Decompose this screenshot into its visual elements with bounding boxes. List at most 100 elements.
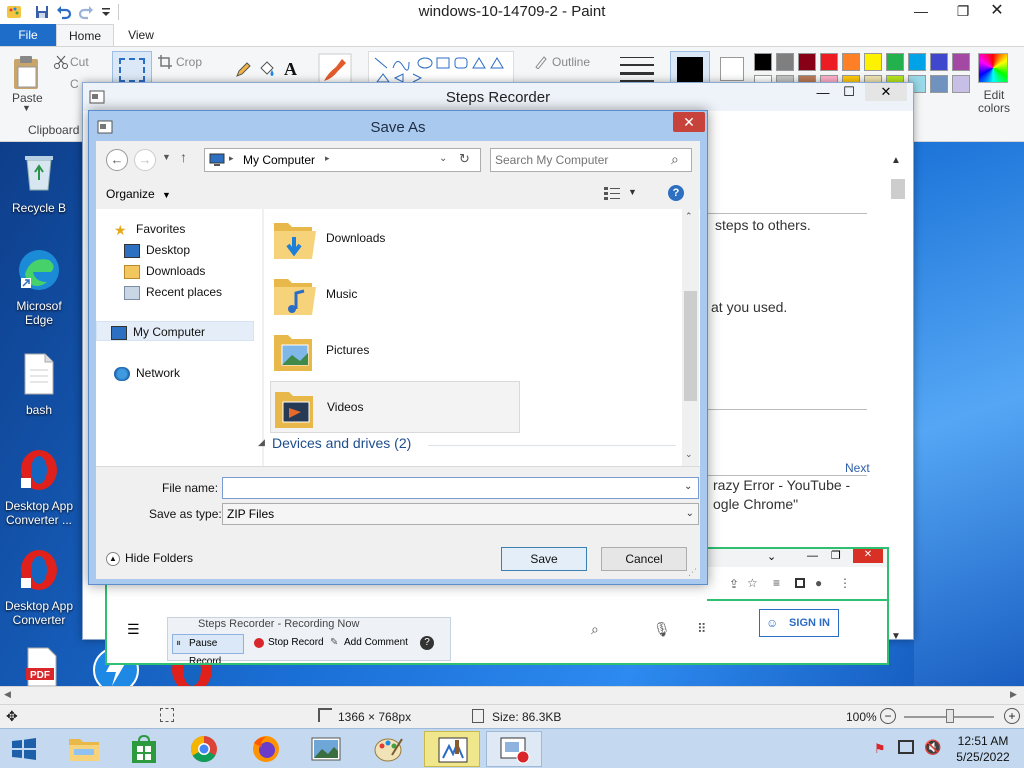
- organize-button[interactable]: Organize ▼: [106, 187, 171, 201]
- help-icon[interactable]: ?: [668, 185, 684, 201]
- save-button[interactable]: Save: [501, 547, 587, 571]
- nav-desktop[interactable]: Desktop: [124, 240, 190, 260]
- hide-folders-button[interactable]: ▲ Hide Folders: [106, 551, 193, 566]
- folder-pictures[interactable]: Pictures: [270, 325, 520, 377]
- steps-minimize-button[interactable]: —: [811, 85, 835, 105]
- address-dropdown-icon[interactable]: ⌄: [439, 153, 447, 164]
- scroll-thumb[interactable]: [684, 291, 697, 401]
- taskbar-file-explorer[interactable]: [56, 731, 112, 767]
- color2-button[interactable]: [720, 57, 744, 81]
- palette-swatch[interactable]: [776, 53, 794, 71]
- cut-button[interactable]: Cut: [70, 55, 89, 69]
- steps-close-button[interactable]: ✕: [865, 83, 907, 101]
- network-tray-icon[interactable]: [898, 740, 914, 754]
- scroll-up-icon[interactable]: ⌃: [685, 211, 693, 222]
- forward-button[interactable]: →: [134, 149, 156, 171]
- palette-swatch[interactable]: [908, 53, 926, 71]
- text-tool-icon[interactable]: A: [284, 59, 297, 80]
- save-as-close-button[interactable]: ✕: [673, 112, 705, 132]
- edit-colors-icon[interactable]: [978, 53, 1008, 83]
- palette-swatch[interactable]: [798, 53, 816, 71]
- cancel-button[interactable]: Cancel: [601, 547, 687, 571]
- taskbar-photos[interactable]: [298, 731, 354, 767]
- desktop-icon-edge[interactable]: Microsof Edge: [2, 248, 76, 327]
- paint-minimize-button[interactable]: —: [904, 0, 938, 22]
- taskbar-steps-recorder[interactable]: [486, 731, 542, 767]
- palette-swatch[interactable]: [820, 53, 838, 71]
- tab-file[interactable]: File: [0, 24, 56, 46]
- devices-and-drives-group[interactable]: ◢ Devices and drives (2): [258, 435, 684, 455]
- fill-bucket-icon[interactable]: [258, 59, 276, 79]
- crop-button[interactable]: Crop: [176, 55, 202, 69]
- file-list-scrollbar[interactable]: ⌃ ⌄: [682, 209, 699, 466]
- tab-view[interactable]: View: [118, 24, 164, 46]
- paste-icon[interactable]: [10, 55, 42, 91]
- outline-button[interactable]: Outline: [552, 55, 590, 69]
- crop-icon[interactable]: [158, 55, 172, 69]
- copy-button[interactable]: C: [70, 77, 79, 91]
- steps-vertical-scrollbar[interactable]: ▲ ▼: [889, 155, 907, 645]
- breadcrumb-chevron-icon[interactable]: ▸: [229, 153, 234, 164]
- outline-icon[interactable]: [534, 55, 548, 69]
- view-options-dropdown-icon[interactable]: ▼: [628, 187, 637, 197]
- nav-network[interactable]: Network: [114, 363, 180, 383]
- taskbar-paint[interactable]: [424, 731, 480, 767]
- palette-swatch[interactable]: [864, 53, 882, 71]
- paint-horizontal-scrollbar[interactable]: ◀ ▶: [0, 686, 1024, 704]
- search-input[interactable]: [495, 151, 665, 169]
- up-level-icon[interactable]: ↑: [180, 149, 187, 165]
- paste-dropdown-icon[interactable]: ▼: [22, 103, 31, 113]
- tray-clock[interactable]: 12:51 AM 5/25/2022: [948, 733, 1018, 765]
- next-link[interactable]: Next: [845, 461, 870, 475]
- scroll-left-icon[interactable]: ◀: [4, 689, 11, 700]
- nav-downloads[interactable]: Downloads: [124, 261, 205, 281]
- desktop-icon-desktop-app-converter-1[interactable]: Desktop App Converter ...: [2, 448, 76, 527]
- breadcrumb-chevron-icon[interactable]: ▸: [325, 153, 330, 164]
- scroll-down-icon[interactable]: ⌄: [685, 449, 693, 460]
- desktop-icon-desktop-app-converter-2[interactable]: Desktop App Converter: [2, 548, 76, 627]
- paint-close-button[interactable]: ✕: [980, 0, 1014, 22]
- nav-recent-places[interactable]: Recent places: [124, 282, 222, 302]
- steps-maximize-button[interactable]: ☐: [837, 84, 861, 104]
- file-name-dropdown-icon[interactable]: ⌄: [684, 481, 692, 492]
- zoom-in-button[interactable]: +: [1004, 708, 1020, 724]
- action-center-flag-icon[interactable]: ⚑: [874, 741, 886, 757]
- nav-favorites[interactable]: ★ Favorites: [114, 219, 185, 239]
- palette-swatch[interactable]: [842, 53, 860, 71]
- cut-icon[interactable]: [54, 55, 68, 69]
- scroll-down-icon[interactable]: ▼: [891, 631, 901, 642]
- folder-videos[interactable]: Videos: [270, 381, 520, 433]
- taskbar-store[interactable]: [116, 731, 172, 767]
- volume-muted-icon[interactable]: 🔇: [924, 739, 941, 756]
- paint-restore-button[interactable]: ❐: [946, 0, 980, 22]
- file-name-input[interactable]: [222, 477, 699, 499]
- pencil-icon[interactable]: [234, 61, 252, 79]
- palette-swatch[interactable]: [754, 53, 772, 71]
- palette-swatch[interactable]: [930, 53, 948, 71]
- desktop-icon-recycle-bin[interactable]: Recycle B: [2, 150, 76, 215]
- address-bar[interactable]: ▸ My Computer ▸ ⌄ ↻: [204, 148, 481, 172]
- collapse-group-icon[interactable]: ◢: [258, 437, 265, 448]
- address-location[interactable]: My Computer: [243, 153, 315, 167]
- folder-music[interactable]: Music: [270, 269, 520, 321]
- desktop-icon-bash[interactable]: bash: [2, 352, 76, 417]
- tab-home[interactable]: Home: [56, 24, 114, 46]
- palette-swatch[interactable]: [952, 53, 970, 71]
- edit-colors-button[interactable]: Edit colors: [976, 89, 1012, 115]
- taskbar-firefox[interactable]: [238, 731, 294, 767]
- zoom-out-button[interactable]: −: [880, 708, 896, 724]
- palette-swatch[interactable]: [952, 75, 970, 93]
- search-icon[interactable]: ⌕: [671, 151, 679, 168]
- recent-locations-icon[interactable]: ▼: [162, 152, 171, 162]
- view-options-icon[interactable]: [604, 187, 620, 201]
- taskbar-paint-palette[interactable]: [360, 731, 416, 767]
- back-button[interactable]: ←: [106, 149, 128, 171]
- scroll-thumb[interactable]: [891, 179, 905, 199]
- pdf-icon[interactable]: PDF: [22, 646, 62, 686]
- size-icon[interactable]: [620, 55, 654, 85]
- folder-downloads[interactable]: Downloads: [270, 213, 520, 265]
- nav-my-computer[interactable]: My Computer: [96, 321, 254, 341]
- start-button[interactable]: [12, 738, 36, 760]
- scroll-right-icon[interactable]: ▶: [1010, 689, 1017, 700]
- taskbar-chrome[interactable]: [176, 731, 232, 767]
